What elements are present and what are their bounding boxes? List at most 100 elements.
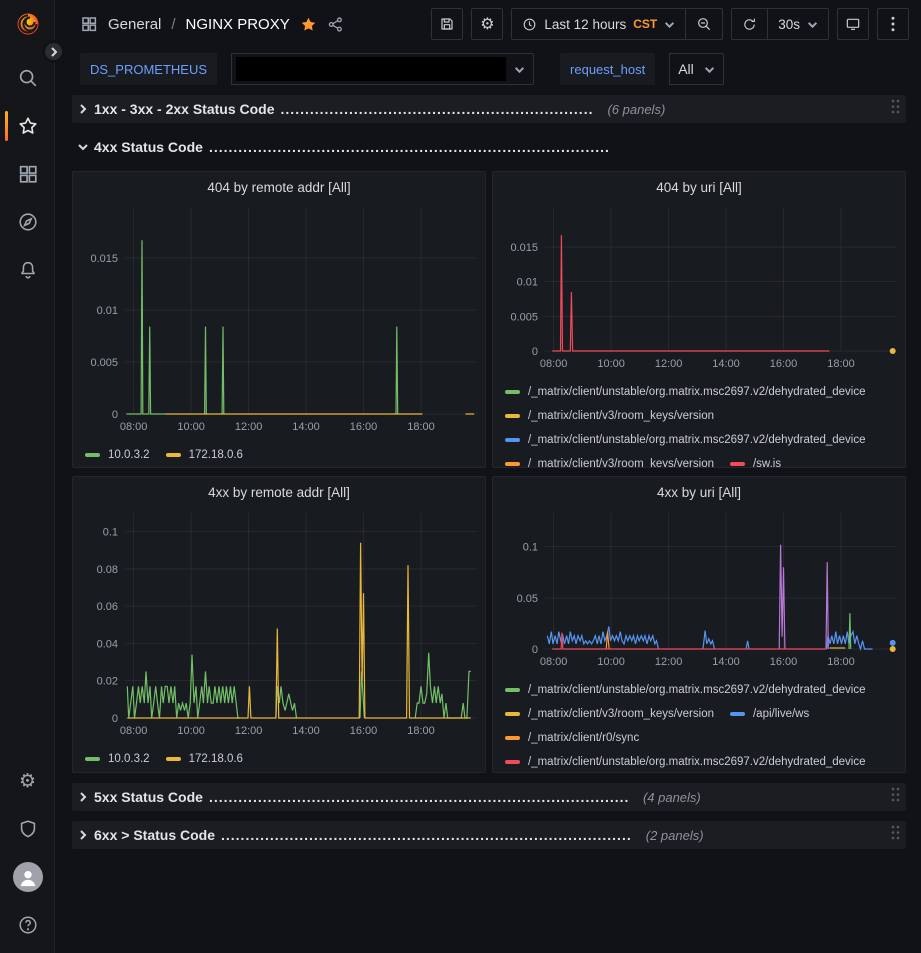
time-series-chart[interactable]: 00.0050.010.01508:0010:0012:0014:0016:00… xyxy=(493,202,905,378)
avatar xyxy=(13,862,43,892)
legend-item[interactable]: 10.0.3.2 xyxy=(85,443,150,467)
svg-text:0.015: 0.015 xyxy=(90,253,118,265)
clock-icon xyxy=(522,17,537,32)
svg-text:0.005: 0.005 xyxy=(510,311,538,323)
svg-text:08:00: 08:00 xyxy=(120,421,148,433)
svg-text:0.01: 0.01 xyxy=(517,277,538,289)
row-leader-dots: ........................................… xyxy=(209,789,629,805)
series-color-swatch xyxy=(505,760,520,764)
shield-icon xyxy=(17,818,39,840)
row-drag-handle[interactable] xyxy=(891,787,900,807)
series-color-swatch xyxy=(166,757,181,761)
svg-text:14:00: 14:00 xyxy=(292,421,320,433)
panel-title[interactable]: 4xx by uri [All] xyxy=(493,477,905,507)
breadcrumb-separator: / xyxy=(171,16,175,33)
svg-text:0: 0 xyxy=(532,346,538,358)
legend-item[interactable]: /_matrix/client/v3/room_keys/version xyxy=(505,404,714,428)
legend-item[interactable]: /api/live/ws xyxy=(730,702,809,726)
series-color-swatch xyxy=(505,462,520,466)
sidebar-item-profile[interactable] xyxy=(0,853,55,901)
legend-item[interactable]: /_matrix/client/v3/room_keys/version xyxy=(505,452,714,468)
dashboards-icon xyxy=(17,163,39,185)
row-title: 5xx Status Code xyxy=(94,789,203,805)
datasource-select[interactable] xyxy=(231,53,534,85)
row-1xx-3xx-2xx[interactable]: 1xx - 3xx - 2xx Status Code ............… xyxy=(72,95,906,123)
svg-text:08:00: 08:00 xyxy=(540,358,568,370)
sidebar-expand-button[interactable] xyxy=(42,40,65,63)
sidebar-item-configuration[interactable]: ⚙ xyxy=(0,757,55,805)
legend-item[interactable]: /_matrix/client/unstable/org.matrix.msc2… xyxy=(505,750,866,773)
panel-title[interactable]: 4xx by remote addr [All] xyxy=(73,477,485,507)
more-options-button[interactable] xyxy=(877,8,909,40)
save-dashboard-button[interactable] xyxy=(431,8,463,40)
bell-icon xyxy=(17,259,39,281)
sidebar-item-server-admin[interactable] xyxy=(0,805,55,853)
legend-item[interactable]: /_matrix/client/unstable/org.matrix.msc2… xyxy=(505,380,866,404)
dashboard-settings-button[interactable]: ⚙ xyxy=(471,8,503,40)
chevron-right-icon xyxy=(49,47,59,57)
series-label: 172.18.0.6 xyxy=(189,753,243,765)
series-color-swatch xyxy=(85,757,100,761)
request-host-value: All xyxy=(670,61,696,77)
share-icon[interactable] xyxy=(327,16,344,33)
svg-text:10:00: 10:00 xyxy=(177,421,205,433)
svg-text:10:00: 10:00 xyxy=(597,656,625,668)
time-series-chart[interactable]: 00.020.040.060.080.108:0010:0012:0014:00… xyxy=(73,507,485,745)
legend-item[interactable]: /_matrix/client/r0/sync xyxy=(505,726,639,750)
svg-text:14:00: 14:00 xyxy=(292,725,320,737)
datasource-variable-label[interactable]: DS_PROMETHEUS xyxy=(80,53,217,85)
legend-item[interactable]: /_matrix/client/unstable/org.matrix.msc2… xyxy=(505,678,866,702)
sidebar-item-explore[interactable] xyxy=(0,198,55,246)
series-label: /_matrix/client/unstable/org.matrix.msc2… xyxy=(528,684,866,696)
page-title[interactable]: NGINX PROXY xyxy=(186,16,290,33)
sidebar-item-dashboards[interactable] xyxy=(0,150,55,198)
panel-title[interactable]: 404 by uri [All] xyxy=(493,172,905,202)
row-4xx[interactable]: 4xx Status Code ........................… xyxy=(72,133,906,161)
breadcrumb-folder[interactable]: General xyxy=(108,16,161,33)
row-drag-handle[interactable] xyxy=(891,825,900,845)
datasource-value-redacted xyxy=(236,57,506,81)
time-series-chart[interactable]: 00.0050.010.01508:0010:0012:0014:0016:00… xyxy=(73,202,485,441)
legend-item[interactable]: 172.18.0.6 xyxy=(166,443,243,467)
gear-icon: ⚙ xyxy=(480,16,494,32)
request-host-select[interactable]: All xyxy=(669,53,724,85)
chevron-down-icon xyxy=(514,64,525,75)
sidebar-item-help[interactable] xyxy=(0,901,55,949)
sidebar-item-starred[interactable] xyxy=(0,102,55,150)
series-label: /_matrix/client/v3/room_keys/version xyxy=(528,708,714,720)
top-navbar: General / NGINX PROXY ⚙ Last 12 hours CS… xyxy=(56,0,921,48)
refresh-interval-picker[interactable]: 30s xyxy=(767,9,828,39)
legend-item[interactable]: 172.18.0.6 xyxy=(166,747,243,771)
sidebar-item-alerting[interactable] xyxy=(0,246,55,294)
svg-text:16:00: 16:00 xyxy=(350,421,378,433)
legend-item[interactable]: /_matrix/client/v3/room_keys/version xyxy=(505,702,714,726)
svg-text:16:00: 16:00 xyxy=(350,725,378,737)
legend-item[interactable]: /sw.js xyxy=(730,452,781,468)
legend-item[interactable]: /_matrix/client/unstable/org.matrix.msc2… xyxy=(505,428,866,452)
svg-text:0: 0 xyxy=(112,713,118,725)
series-label: 172.18.0.6 xyxy=(189,449,243,461)
favorite-star-icon[interactable] xyxy=(300,16,317,33)
time-series-chart[interactable]: 00.050.108:0010:0012:0014:0016:0018:00 xyxy=(493,507,905,676)
refresh-group: 30s xyxy=(731,8,829,40)
row-6xx[interactable]: 6xx > Status Code ......................… xyxy=(72,821,906,849)
series-color-swatch xyxy=(505,712,520,716)
chevron-down-icon xyxy=(78,142,88,152)
panel-404-by-remote-addr: 404 by remote addr [All] 00.0050.010.015… xyxy=(72,171,486,468)
panel-row: 4xx by remote addr [All] 00.020.040.060.… xyxy=(72,476,906,773)
series-label: /_matrix/client/r0/sync xyxy=(528,732,639,744)
cycle-view-mode-button[interactable] xyxy=(837,8,869,40)
refresh-button[interactable] xyxy=(732,9,767,39)
row-5xx[interactable]: 5xx Status Code ........................… xyxy=(72,783,906,811)
panel-title[interactable]: 404 by remote addr [All] xyxy=(73,172,485,202)
row-drag-handle[interactable] xyxy=(891,99,900,119)
time-range-picker[interactable]: Last 12 hours CST xyxy=(512,9,685,39)
legend-item[interactable]: 10.0.3.2 xyxy=(85,747,150,771)
series-color-swatch xyxy=(730,462,745,466)
svg-text:0.1: 0.1 xyxy=(523,542,538,554)
series-color-swatch xyxy=(85,453,100,457)
request-host-variable-label[interactable]: request_host xyxy=(560,53,655,85)
svg-text:0.06: 0.06 xyxy=(97,601,118,613)
zoom-out-time-button[interactable] xyxy=(685,9,722,39)
series-color-swatch xyxy=(505,736,520,740)
